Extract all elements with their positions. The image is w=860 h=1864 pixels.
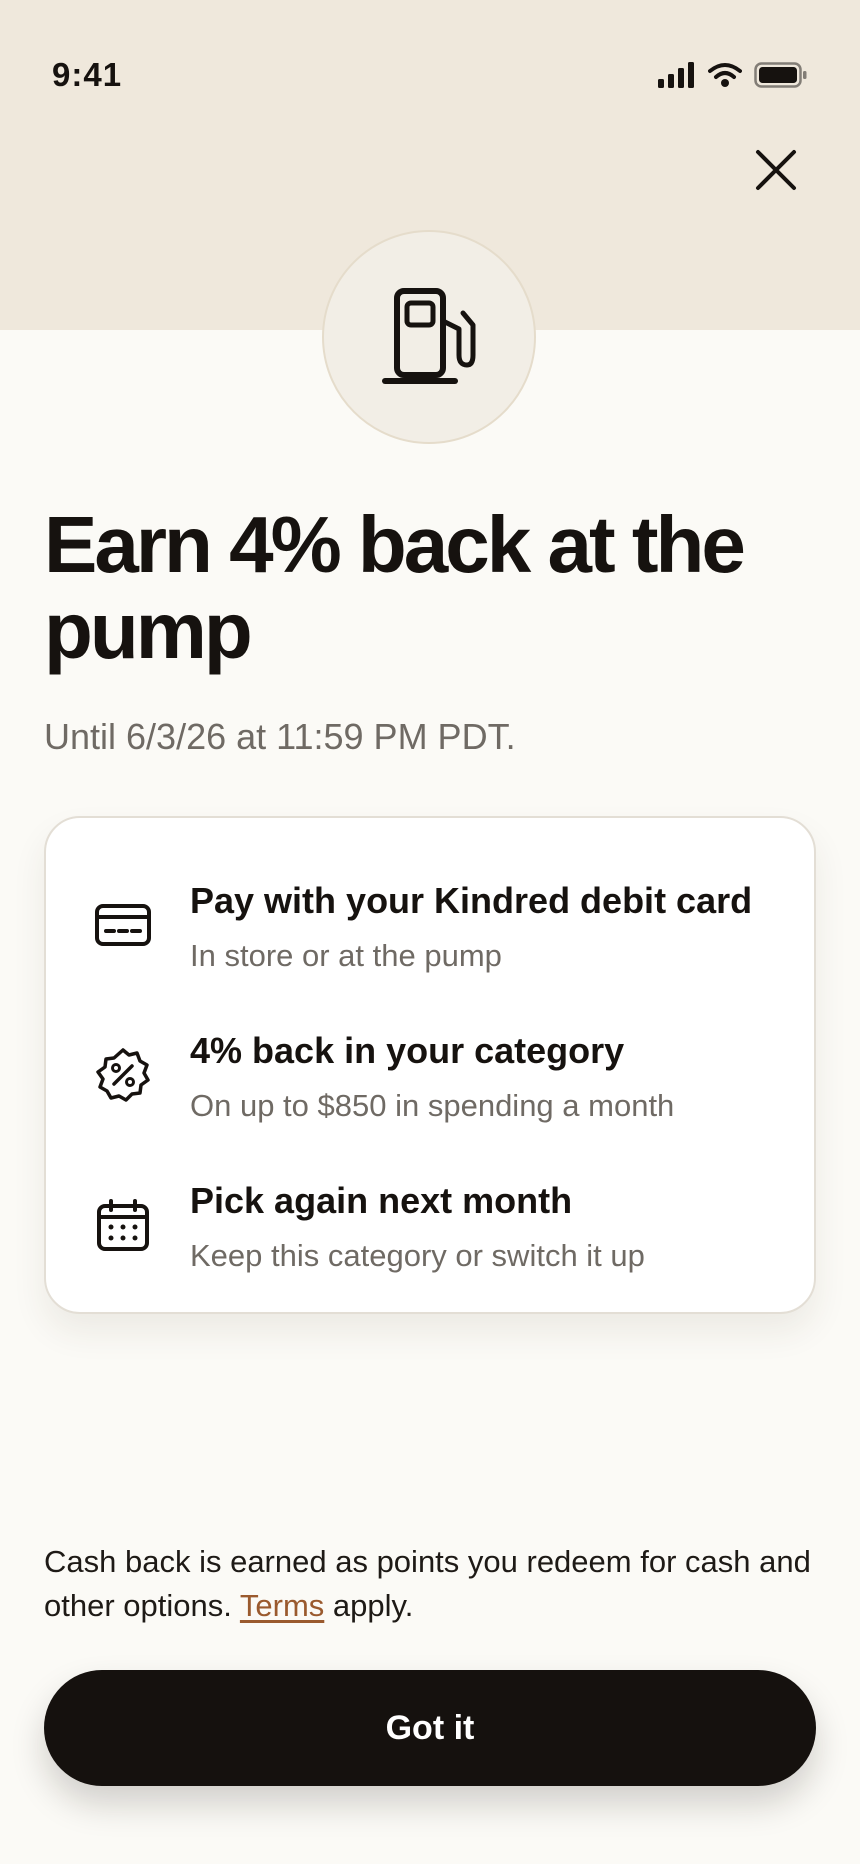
step-icon <box>92 894 154 956</box>
got-it-button[interactable]: Got it <box>44 1670 816 1786</box>
offer-expiration: Until 6/3/26 at 11:59 PM PDT. <box>44 716 516 757</box>
step-item-pay-with-card: Pay with your Kindred debit card In stor… <box>46 866 814 986</box>
cashback-disclaimer: Cash back is earned as points you redeem… <box>44 1540 824 1628</box>
calendar-icon <box>97 1199 149 1251</box>
step-description: In store or at the pump <box>190 938 502 973</box>
step-description: Keep this category or switch it up <box>190 1238 645 1273</box>
status-bar: 9:41 <box>0 0 860 150</box>
step-item-category-cashback: 4% back in your category On up to $850 i… <box>46 1016 814 1136</box>
hero-icon-circle <box>322 230 536 444</box>
step-title: 4% back in your category <box>190 1030 625 1071</box>
step-description: On up to $850 in spending a month <box>190 1088 675 1123</box>
step-title: Pay with your Kindred debit card <box>190 880 753 921</box>
step-title: Pick again next month <box>190 1180 573 1221</box>
wifi-icon <box>708 63 742 87</box>
page-title: Earn 4% back at the pump <box>44 500 746 675</box>
percent-badge-icon <box>96 1048 150 1102</box>
close-button[interactable] <box>746 140 806 200</box>
disclaimer-text-end: apply. <box>324 1588 414 1623</box>
step-icon <box>92 1044 154 1106</box>
close-icon <box>756 150 796 190</box>
battery-icon <box>754 62 807 88</box>
terms-link[interactable]: Terms <box>240 1588 324 1623</box>
step-item-pick-again: Pick again next month Keep this category… <box>46 1166 814 1286</box>
credit-card-icon <box>95 904 151 946</box>
gas-pump-icon <box>382 288 476 384</box>
step-icon <box>92 1194 154 1256</box>
status-time: 9:41 <box>52 56 123 93</box>
disclaimer-text: Cash back is earned as points you redeem… <box>44 1544 811 1623</box>
status-icons <box>658 62 808 88</box>
steps-card: Pay with your Kindred debit card In stor… <box>44 816 816 1314</box>
cellular-signal-icon <box>658 62 694 88</box>
